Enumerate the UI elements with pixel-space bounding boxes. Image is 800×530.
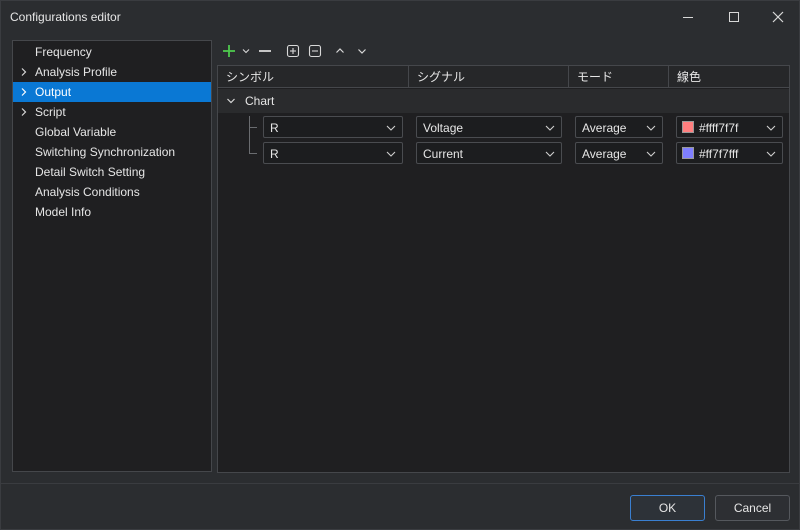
sidebar-item-label: Model Info xyxy=(35,205,92,219)
mode-select[interactable]: Average xyxy=(575,116,663,138)
tree-connector xyxy=(249,153,257,154)
sidebar-item-global-variable[interactable]: Global Variable xyxy=(13,122,211,142)
color-picker[interactable]: #ff7f7fff xyxy=(676,142,783,164)
symbol-value: R xyxy=(270,121,279,135)
mode-select[interactable]: Average xyxy=(575,142,663,164)
chevron-down-icon xyxy=(386,151,396,157)
sidebar-item-label: Frequency xyxy=(35,45,92,59)
chevron-down-icon[interactable] xyxy=(226,96,236,106)
add-button[interactable] xyxy=(220,40,238,62)
color-swatch xyxy=(682,121,694,133)
collapse-all-icon xyxy=(308,44,322,58)
add-icon xyxy=(223,45,235,57)
chevron-down-icon xyxy=(545,125,555,131)
chevron-down-icon xyxy=(646,151,656,157)
column-header-mode[interactable]: モード xyxy=(569,66,669,88)
sidebar-item-label: Detail Switch Setting xyxy=(35,165,146,179)
category-tree: Frequency Analysis Profile Output Script… xyxy=(12,40,212,472)
output-grid: シンボル シグナル モード 線色 Chart R Voltage Average xyxy=(217,65,790,473)
configurations-editor-window: Configurations editor Frequency Analysis… xyxy=(0,0,800,530)
column-header-symbol[interactable]: シンボル xyxy=(218,66,409,88)
mode-value: Average xyxy=(582,121,627,135)
add-dropdown-button[interactable] xyxy=(240,40,252,62)
close-icon xyxy=(772,11,784,23)
group-label: Chart xyxy=(245,94,275,108)
color-picker[interactable]: #ffff7f7f xyxy=(676,116,783,138)
sidebar-item-model-info[interactable]: Model Info xyxy=(13,202,211,222)
sidebar-item-switching-synchronization[interactable]: Switching Synchronization xyxy=(13,142,211,162)
tree-connector xyxy=(249,127,257,128)
grid-header: シンボル シグナル モード 線色 xyxy=(218,66,789,88)
sidebar-item-label: Output xyxy=(35,85,72,99)
chevron-down-icon xyxy=(766,125,776,131)
sidebar-item-detail-switch-setting[interactable]: Detail Switch Setting xyxy=(13,162,211,182)
group-row-chart[interactable]: Chart xyxy=(218,89,789,113)
chevron-down-icon xyxy=(545,151,555,157)
maximize-button[interactable] xyxy=(711,1,757,33)
minimize-icon xyxy=(683,17,693,18)
sidebar-item-output[interactable]: Output xyxy=(13,82,211,102)
output-toolbar xyxy=(218,40,418,62)
chevron-right-icon[interactable] xyxy=(19,67,29,77)
expand-all-icon xyxy=(286,44,300,58)
dropdown-chevron-icon xyxy=(242,49,250,54)
mode-value: Average xyxy=(582,147,627,161)
chevron-down-icon xyxy=(766,151,776,157)
sidebar-item-analysis-profile[interactable]: Analysis Profile xyxy=(13,62,211,82)
sidebar-item-frequency[interactable]: Frequency xyxy=(13,42,211,62)
sidebar-item-label: Global Variable xyxy=(35,125,117,139)
chevron-right-icon[interactable] xyxy=(19,87,29,97)
sidebar-item-label: Switching Synchronization xyxy=(35,145,176,159)
move-up-icon xyxy=(336,48,344,53)
chevron-right-icon[interactable] xyxy=(19,107,29,117)
symbol-select[interactable]: R xyxy=(263,116,403,138)
expand-all-button[interactable] xyxy=(284,40,302,62)
collapse-all-button[interactable] xyxy=(306,40,324,62)
minimize-button[interactable] xyxy=(665,1,711,33)
column-header-signal[interactable]: シグナル xyxy=(409,66,569,88)
signal-select[interactable]: Current xyxy=(416,142,562,164)
cancel-button[interactable]: Cancel xyxy=(715,495,790,521)
sidebar-item-label: Analysis Profile xyxy=(35,65,118,79)
tree-connector xyxy=(249,116,250,153)
ok-button[interactable]: OK xyxy=(630,495,705,521)
move-down-icon xyxy=(358,49,366,54)
close-button[interactable] xyxy=(755,1,800,33)
sidebar-item-script[interactable]: Script xyxy=(13,102,211,122)
signal-value: Current xyxy=(423,147,464,161)
remove-button[interactable] xyxy=(256,40,274,62)
column-header-line-color[interactable]: 線色 xyxy=(669,66,789,88)
symbol-value: R xyxy=(270,147,279,161)
move-down-button[interactable] xyxy=(354,40,370,62)
color-value: #ff7f7fff xyxy=(699,147,739,161)
maximize-icon xyxy=(729,12,739,22)
window-title: Configurations editor xyxy=(10,10,121,24)
signal-value: Voltage xyxy=(423,121,464,135)
sidebar-item-label: Script xyxy=(35,105,66,119)
symbol-select[interactable]: R xyxy=(263,142,403,164)
remove-icon xyxy=(259,50,271,52)
chevron-down-icon xyxy=(646,125,656,131)
sidebar-item-label: Analysis Conditions xyxy=(35,185,140,199)
dialog-footer: OK Cancel xyxy=(1,483,799,529)
color-swatch xyxy=(682,147,694,159)
title-bar[interactable]: Configurations editor xyxy=(1,1,799,33)
signal-select[interactable]: Voltage xyxy=(416,116,562,138)
move-up-button[interactable] xyxy=(332,40,348,62)
sidebar-item-analysis-conditions[interactable]: Analysis Conditions xyxy=(13,182,211,202)
color-value: #ffff7f7f xyxy=(699,121,739,135)
chevron-down-icon xyxy=(386,125,396,131)
